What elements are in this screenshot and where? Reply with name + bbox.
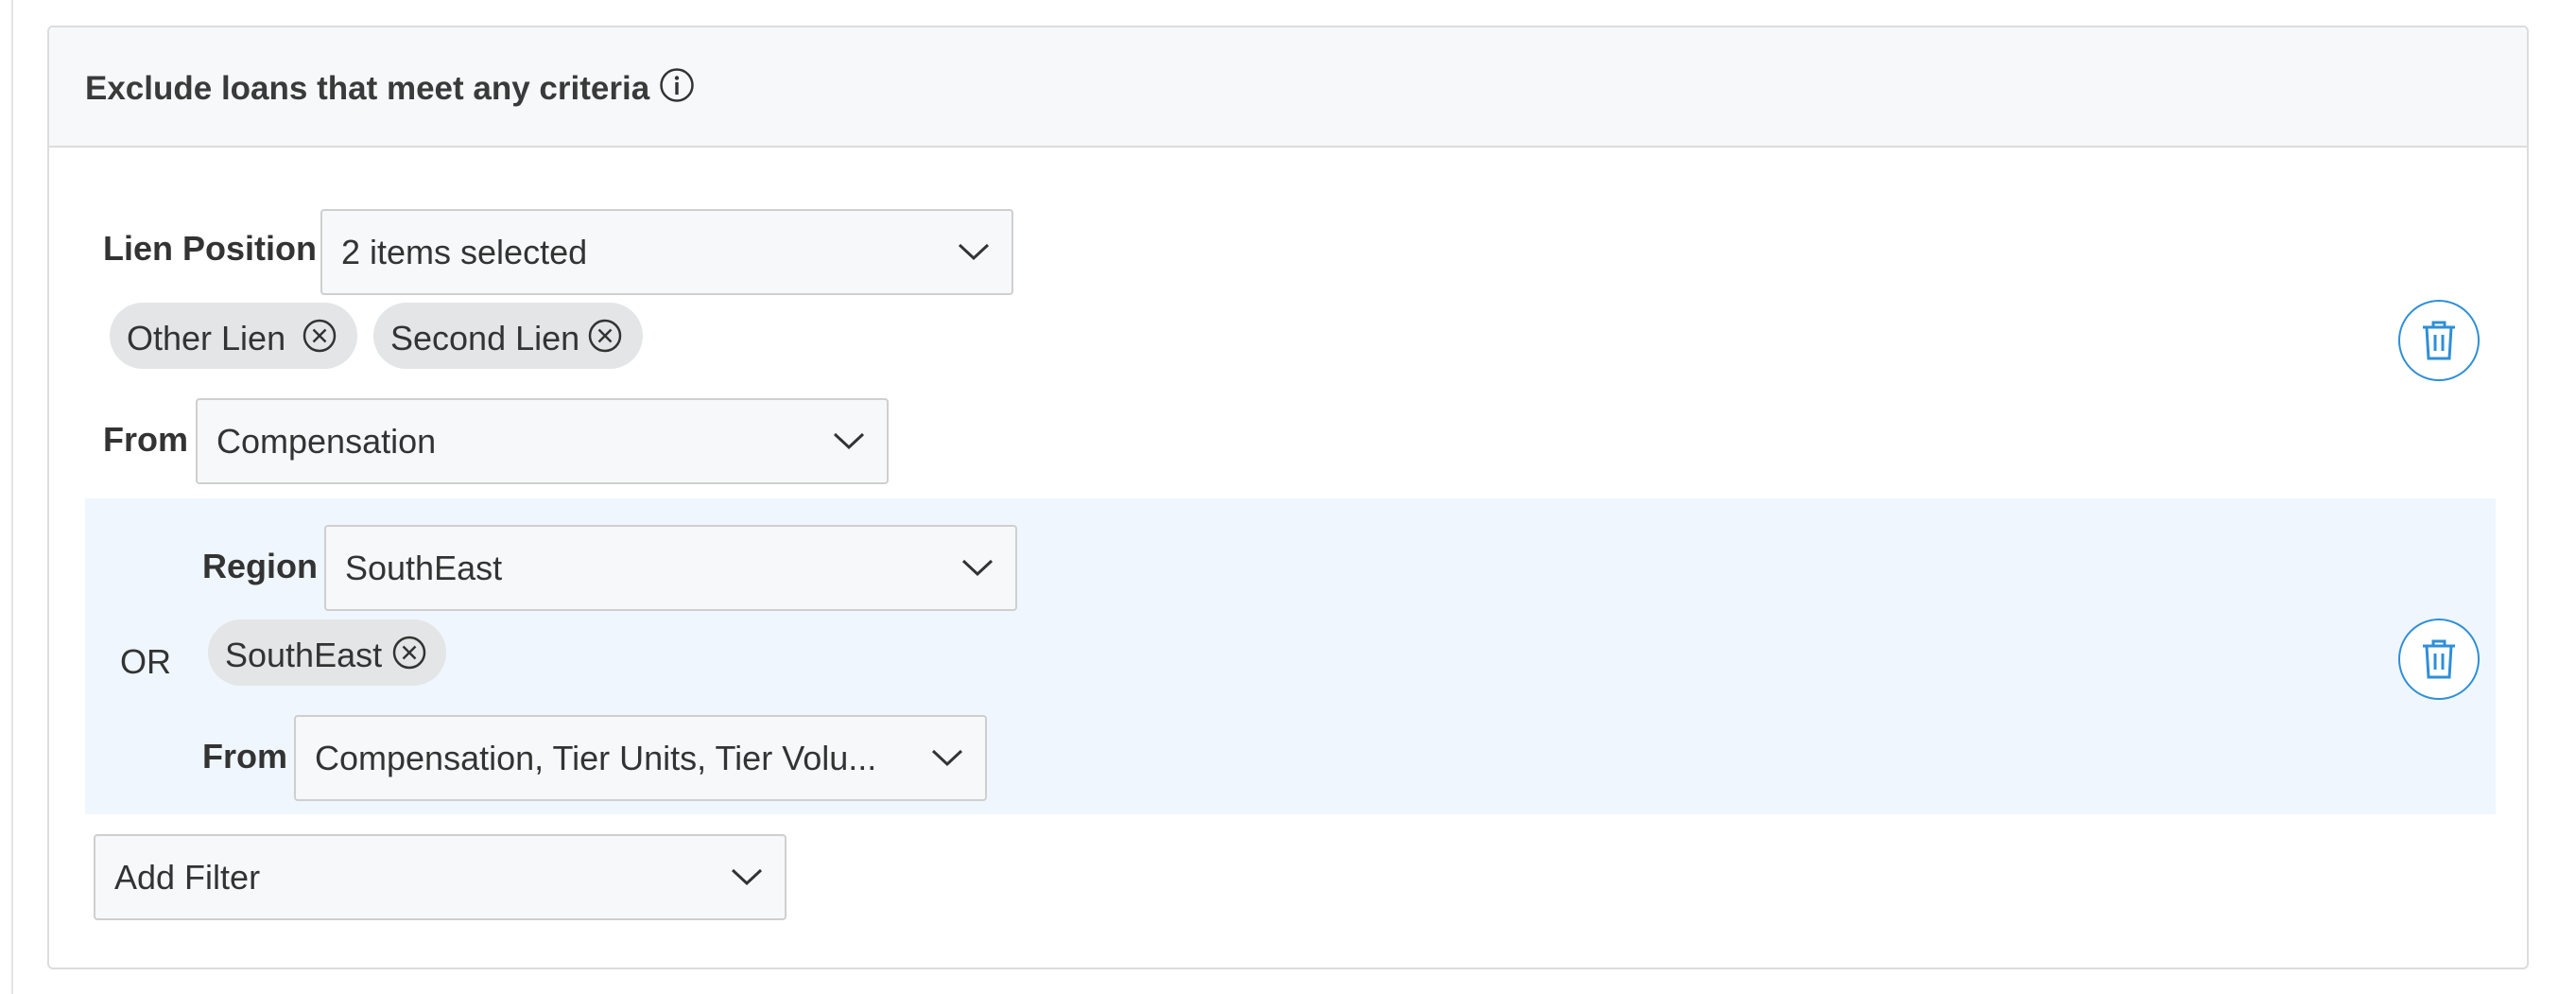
remove-chip-icon[interactable] xyxy=(302,318,337,354)
chevron-down-icon xyxy=(731,868,763,886)
chevron-down-icon xyxy=(958,243,990,261)
panel-header: Exclude loans that meet any criteria xyxy=(49,27,2527,148)
exclude-criteria-panel: Exclude loans that meet any criteria Lie… xyxy=(47,26,2529,969)
add-filter-select[interactable]: Add Filter xyxy=(94,834,787,920)
chevron-down-icon xyxy=(961,559,994,577)
delete-filter-button[interactable] xyxy=(2398,619,2480,700)
from-value: Compensation xyxy=(216,422,437,461)
trash-icon xyxy=(2423,639,2455,679)
delete-filter-button[interactable] xyxy=(2398,300,2480,381)
or-connector-label: OR xyxy=(120,642,171,681)
info-icon[interactable] xyxy=(659,67,695,103)
from-select[interactable]: Compensation, Tier Units, Tier Volu... xyxy=(294,715,987,801)
lien-position-value: 2 items selected xyxy=(341,233,588,271)
lien-position-label: Lien Position xyxy=(103,229,318,268)
chip-southeast: SouthEast xyxy=(208,619,446,686)
trash-icon xyxy=(2423,321,2455,360)
from-label: From xyxy=(103,420,188,459)
from-value: Compensation, Tier Units, Tier Volu... xyxy=(315,739,877,777)
from-label: From xyxy=(202,737,287,776)
region-value: SouthEast xyxy=(345,549,503,587)
page-edge-line xyxy=(11,0,13,994)
region-label: Region xyxy=(202,547,318,585)
remove-chip-icon[interactable] xyxy=(391,635,427,671)
add-filter-label: Add Filter xyxy=(114,858,261,897)
chip-label: Other Lien xyxy=(127,319,286,357)
chip-label: SouthEast xyxy=(225,636,383,674)
chip-label: Second Lien xyxy=(390,319,580,357)
chip-other-lien: Other Lien xyxy=(110,303,357,369)
panel-title: Exclude loans that meet any criteria xyxy=(85,70,650,107)
chip-second-lien: Second Lien xyxy=(373,303,643,369)
region-select[interactable]: SouthEast xyxy=(324,525,1017,611)
lien-position-select[interactable]: 2 items selected xyxy=(320,209,1013,295)
from-select[interactable]: Compensation xyxy=(196,398,889,484)
chevron-down-icon xyxy=(931,749,963,767)
chevron-down-icon xyxy=(833,432,865,450)
remove-chip-icon[interactable] xyxy=(587,318,623,354)
